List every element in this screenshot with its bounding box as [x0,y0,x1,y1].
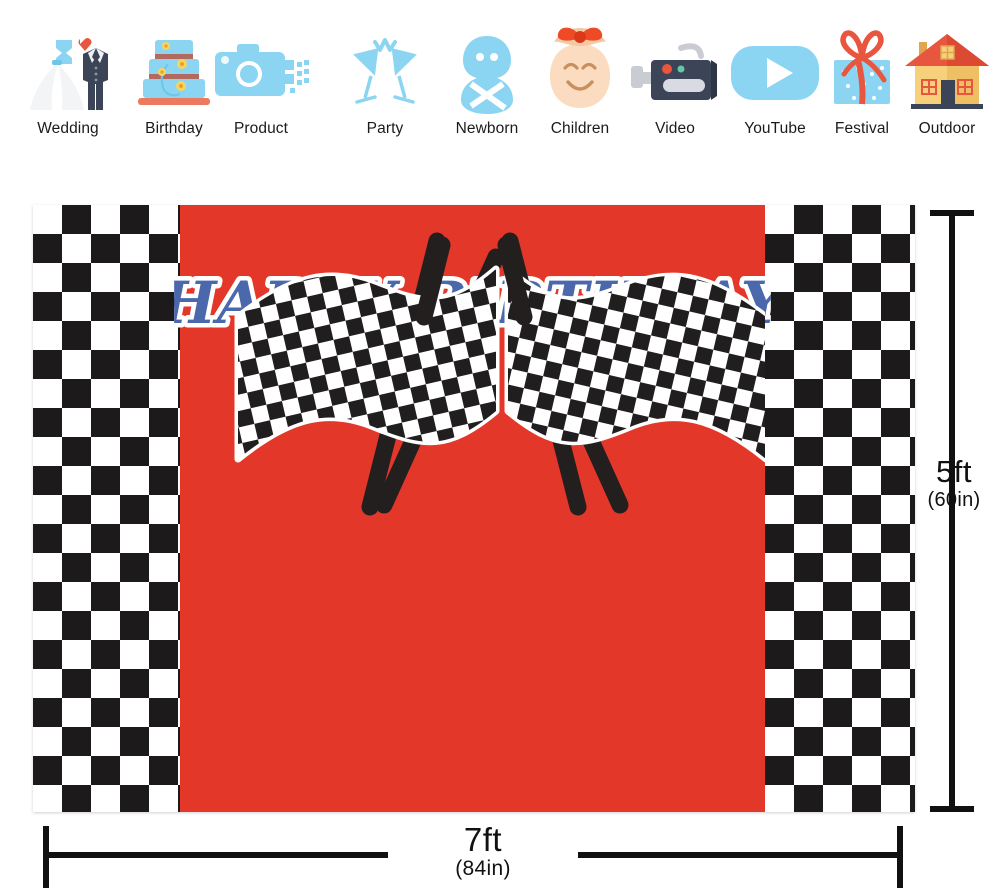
checkered-border-left [33,205,180,812]
category-label: Video [655,120,695,137]
category-item-outdoor[interactable]: Outdoor [892,24,1000,138]
width-value: 7ft [463,821,503,858]
category-item-product[interactable]: Product [206,24,316,138]
camera-icon[interactable] [211,24,311,118]
house-icon[interactable] [897,24,997,118]
category-label: Outdoor [918,120,976,137]
wedding-dress-and-suit-icon[interactable] [18,24,118,118]
checkered-border-right [765,205,915,812]
category-label: Children [550,120,610,137]
width-value-in: (84in) [455,857,511,880]
category-icon-strip: Wedding Birthday Product Party Newborn C… [0,0,1000,168]
height-value-in: (60in) [927,489,981,511]
category-item-children[interactable]: Children [525,24,635,138]
category-label: Party [366,120,404,137]
banner-title-text: HAPPY BIRTHDAY [174,269,771,337]
width-dimension-caliper: 7ft (84in) [38,823,908,890]
category-item-video[interactable]: Video [620,24,730,138]
category-item-party[interactable]: Party [330,24,440,138]
banner-red-panel: HAPPY BIRTHDAY [174,205,771,812]
swaddled-baby-icon[interactable] [437,24,537,118]
caliper-right-cap [897,826,903,888]
banner-title-outline: HAPPY BIRTHDAY [174,264,771,341]
height-dimension-caliper: 5ft (60in) [928,205,980,817]
category-item-wedding[interactable]: Wedding [13,24,123,138]
child-face-icon[interactable] [530,24,630,118]
backdrop-banner-image: HAPPY BIRTHDAY [33,205,915,812]
video-camera-icon[interactable] [625,24,725,118]
height-label: 5ft (60in) [914,455,994,512]
category-label: Wedding [37,120,99,137]
height-value: 5ft [936,454,972,489]
category-label: Product [233,120,289,137]
caliper-bottom-cap [930,806,974,812]
width-label: 7ft (84in) [388,823,578,881]
champagne-glasses-icon[interactable] [335,24,435,118]
